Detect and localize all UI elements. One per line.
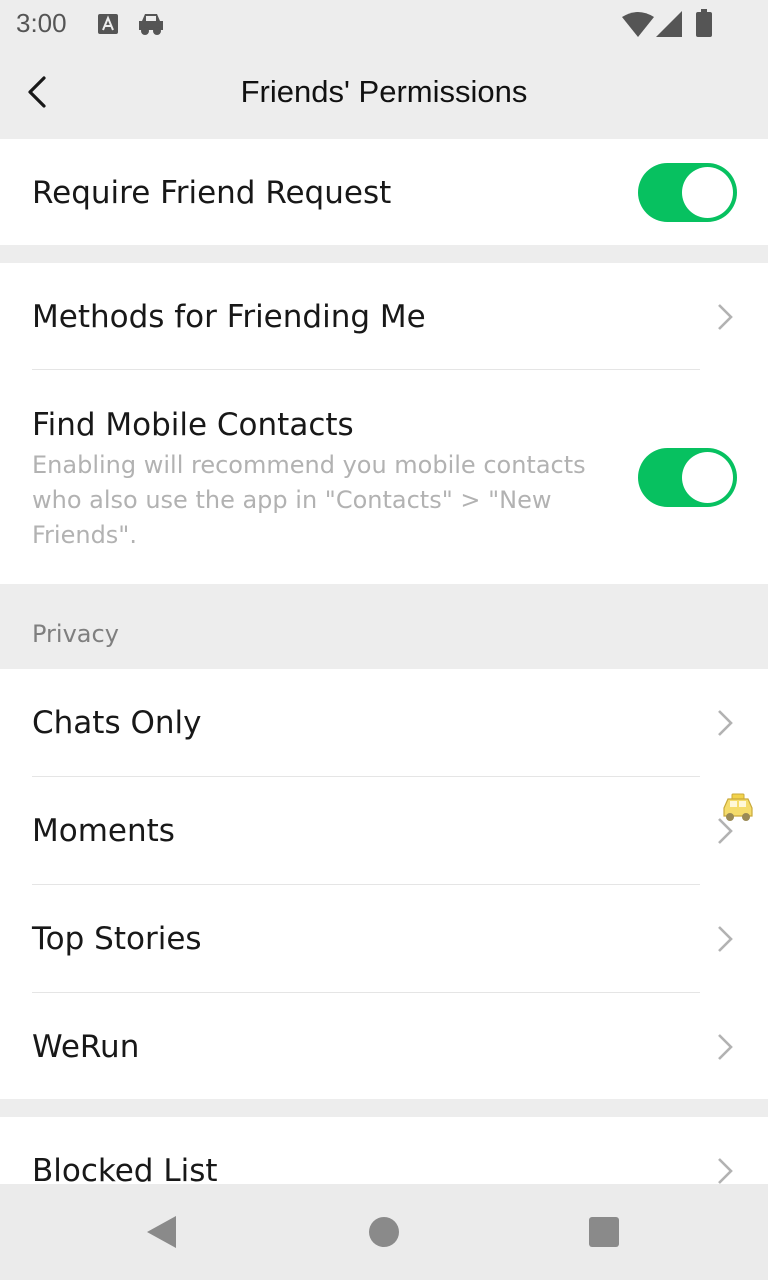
recents-square-icon[interactable]	[588, 1216, 620, 1252]
find-mobile-contacts-toggle[interactable]	[638, 448, 737, 507]
require-friend-request-row[interactable]: Require Friend Request	[0, 139, 768, 245]
signal-icon	[656, 11, 682, 41]
privacy-card: Chats Only Moments Top Stories WeRun	[0, 669, 768, 1099]
methods-for-friending-label: Methods for Friending Me	[32, 299, 426, 335]
screen: 3:00 Friends' Permissions Require Friend…	[0, 0, 768, 1280]
find-mobile-contacts-description: Enabling will recommend you mobile conta…	[32, 451, 586, 549]
toggle-knob	[682, 167, 733, 218]
privacy-section-header: Privacy	[32, 620, 119, 648]
status-time: 3:00	[16, 8, 67, 38]
a-notification-icon	[97, 13, 119, 39]
privacy-item-label: WeRun	[32, 1029, 140, 1065]
page-title: Friends' Permissions	[240, 74, 528, 109]
chevron-right-icon	[718, 1158, 733, 1184]
privacy-item-label: Chats Only	[32, 705, 202, 741]
require-friend-request-label: Require Friend Request	[32, 175, 392, 211]
friending-settings-card: Methods for Friending Me Find Mobile Con…	[0, 263, 768, 584]
blocked-list-row[interactable]: Blocked List	[0, 1117, 768, 1184]
privacy-item-chats-only[interactable]: Chats Only	[0, 669, 768, 776]
privacy-item-top-stories[interactable]: Top Stories	[0, 885, 768, 992]
navigation-bar	[0, 1184, 768, 1280]
require-friend-request-toggle[interactable]	[638, 163, 737, 222]
privacy-item-label: Moments	[32, 813, 175, 849]
battery-icon	[696, 9, 712, 41]
title-bar: Friends' Permissions	[0, 48, 768, 138]
privacy-item-werun[interactable]: WeRun	[0, 993, 768, 1099]
taxi-icon[interactable]	[718, 788, 758, 828]
back-triangle-icon[interactable]	[144, 1214, 180, 1254]
wifi-icon	[622, 12, 654, 42]
toggle-knob	[682, 452, 733, 503]
find-mobile-contacts-label: Find Mobile Contacts	[32, 407, 354, 443]
car-icon	[136, 11, 166, 41]
home-circle-icon[interactable]	[368, 1216, 400, 1252]
chevron-right-icon	[718, 926, 733, 952]
chevron-right-icon	[718, 304, 733, 330]
blocked-list-label: Blocked List	[32, 1153, 218, 1184]
chevron-right-icon	[718, 1034, 733, 1060]
find-mobile-contacts-row[interactable]: Find Mobile Contacts Enabling will recom…	[0, 370, 768, 584]
methods-for-friending-row[interactable]: Methods for Friending Me	[0, 263, 768, 369]
status-bar: 3:00	[0, 0, 768, 48]
privacy-item-moments[interactable]: Moments	[0, 777, 768, 884]
chevron-right-icon	[718, 710, 733, 736]
privacy-item-label: Top Stories	[32, 921, 202, 957]
